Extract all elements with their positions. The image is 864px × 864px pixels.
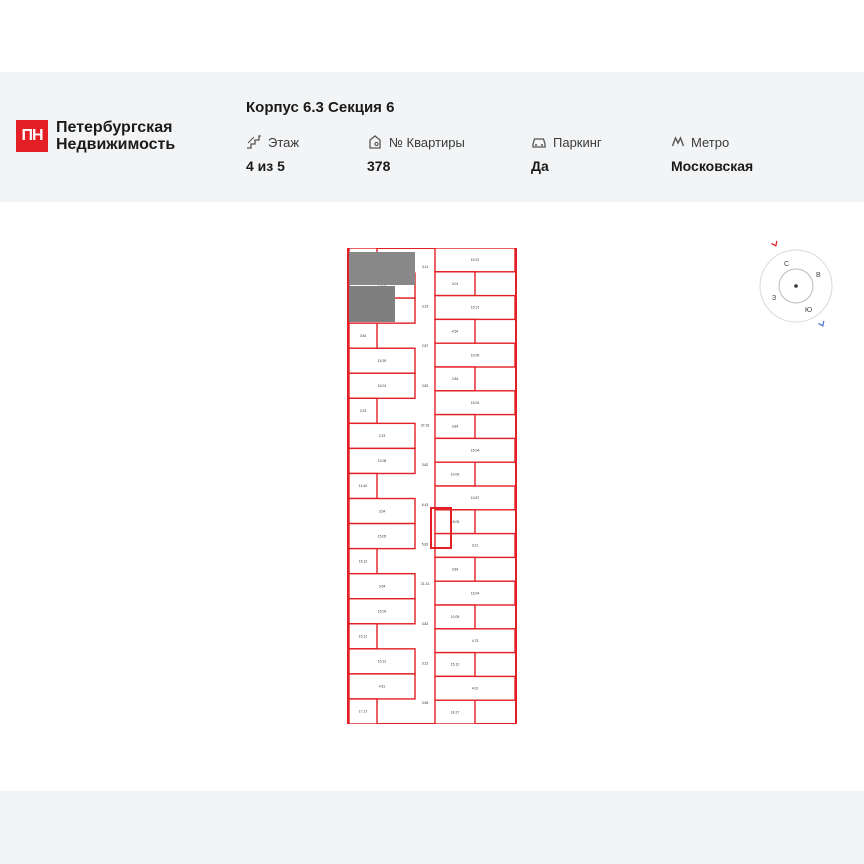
apartment-value: 378	[367, 158, 391, 174]
right-room-0-area: 19.22	[471, 258, 480, 262]
right-room-3-area: 4.54	[452, 330, 459, 334]
right-room-14-area: 15.04	[471, 591, 480, 595]
right-room-18-area: 4.01	[472, 687, 479, 691]
right-room-7-area: 3.84	[452, 425, 459, 429]
left-room-17-area: 4.51	[379, 685, 386, 689]
corridor-area-10: 3.22	[422, 662, 429, 666]
selected-apartment-room[interactable]	[349, 286, 395, 322]
right-room-2-area: 15.21	[471, 306, 480, 310]
left-room-15-area: 15.12	[359, 635, 368, 639]
right-room-10-area: 10.87	[471, 496, 480, 500]
left-room-3-area: 3.54	[360, 334, 367, 338]
stairs-icon	[247, 135, 261, 149]
parking-value: Да	[531, 158, 549, 174]
left-room-11-area: 15.05	[378, 534, 387, 538]
info-parking: Паркинг Да	[531, 133, 602, 175]
corridor-area-5: 3.82	[422, 463, 429, 467]
right-room-11-area: 18.05	[451, 520, 460, 524]
corridor-area-9: 3.82	[422, 622, 429, 626]
top-band	[0, 0, 864, 72]
metro-label: Метро	[691, 134, 730, 150]
right-room-16-area: 4.73	[472, 639, 479, 643]
metro-icon	[671, 136, 685, 147]
right-room-5-area: 2.84	[452, 377, 459, 381]
logo-line-2: Недвижимость	[56, 136, 176, 153]
corridor-area-7: 5.83	[422, 543, 429, 547]
corridor-area-0: 3.11	[422, 265, 428, 269]
selected-apartment[interactable]	[349, 252, 415, 285]
parking-label: Паркинг	[553, 134, 602, 150]
right-room-9-area: 10.09	[451, 472, 460, 476]
left-room-10-area: 3.54	[379, 509, 386, 513]
left-room-16-area: 15.12	[378, 660, 387, 664]
corridor-area-11: 3.58	[422, 701, 429, 705]
left-room-12-area: 15.12	[359, 559, 368, 563]
info-metro: Метро Московская	[671, 133, 754, 175]
left-room-6-area: 2.23	[360, 409, 367, 413]
left-room-4-area: 15.39	[378, 359, 387, 363]
right-room-4-area: 10.09	[471, 353, 480, 357]
left-room-9-area: 14.40	[359, 484, 368, 488]
right-room-13-area: 3.84	[452, 568, 459, 572]
left-room-13-area: 3.54	[379, 584, 386, 588]
floor-plan: 4.8312.0115.123.5415.3916.012.232.2313.0…	[347, 248, 517, 724]
left-room-14-area: 15.09	[378, 609, 387, 613]
compass-icon: С В Ю З	[759, 240, 833, 327]
corridor-area-3: 3.82	[422, 384, 429, 388]
floor-label: Этаж	[268, 134, 300, 150]
left-room-5-area: 16.01	[378, 384, 387, 388]
left-room-18-area: 17.17	[359, 710, 368, 714]
right-room-8-area: 15.04	[471, 449, 480, 453]
right-room-6-area: 15.04	[471, 401, 480, 405]
right-room-1-area: 4.01	[452, 282, 459, 286]
apartment-label: № Квартиры	[389, 134, 465, 150]
corridor-area-4: 37.33	[421, 424, 430, 428]
right-room-17-area: 15.12	[451, 663, 460, 667]
compass-south: Ю	[805, 307, 812, 314]
right-room-19-area: 18.17	[451, 710, 460, 714]
page-title: Корпус 6.3 Секция 6	[246, 99, 395, 116]
metro-value: Московская	[671, 158, 754, 174]
compass-north: С	[784, 261, 789, 268]
info-apartment: № Квартиры 378	[367, 133, 465, 175]
info-floor: Этаж 4 из 5	[246, 133, 300, 175]
car-icon	[532, 138, 546, 148]
corridor-area-2: 2.87	[422, 344, 429, 348]
compass-west: З	[772, 295, 776, 302]
brand-logo[interactable]: ПН Петербургская Недвижимость	[16, 119, 175, 153]
corridor-area-6: 6.43	[422, 503, 429, 507]
right-room-12-area: 3.21	[472, 544, 479, 548]
apartment-icon	[369, 135, 381, 149]
left-room-8-area: 13.08	[378, 459, 387, 463]
right-room-15-area: 10.09	[451, 615, 460, 619]
compass-east: В	[816, 272, 821, 279]
floor-value: 4 из 5	[246, 158, 285, 174]
left-room-7-area: 2.23	[379, 434, 386, 438]
corridor-area-1: 3.23	[422, 305, 429, 309]
logo-mark: ПН	[16, 120, 48, 152]
bottom-band	[0, 791, 864, 864]
logo-text: Петербургская Недвижимость	[56, 119, 175, 153]
corridor-area-8: 21.31	[421, 582, 430, 586]
logo-line-1: Петербургская	[56, 119, 173, 136]
